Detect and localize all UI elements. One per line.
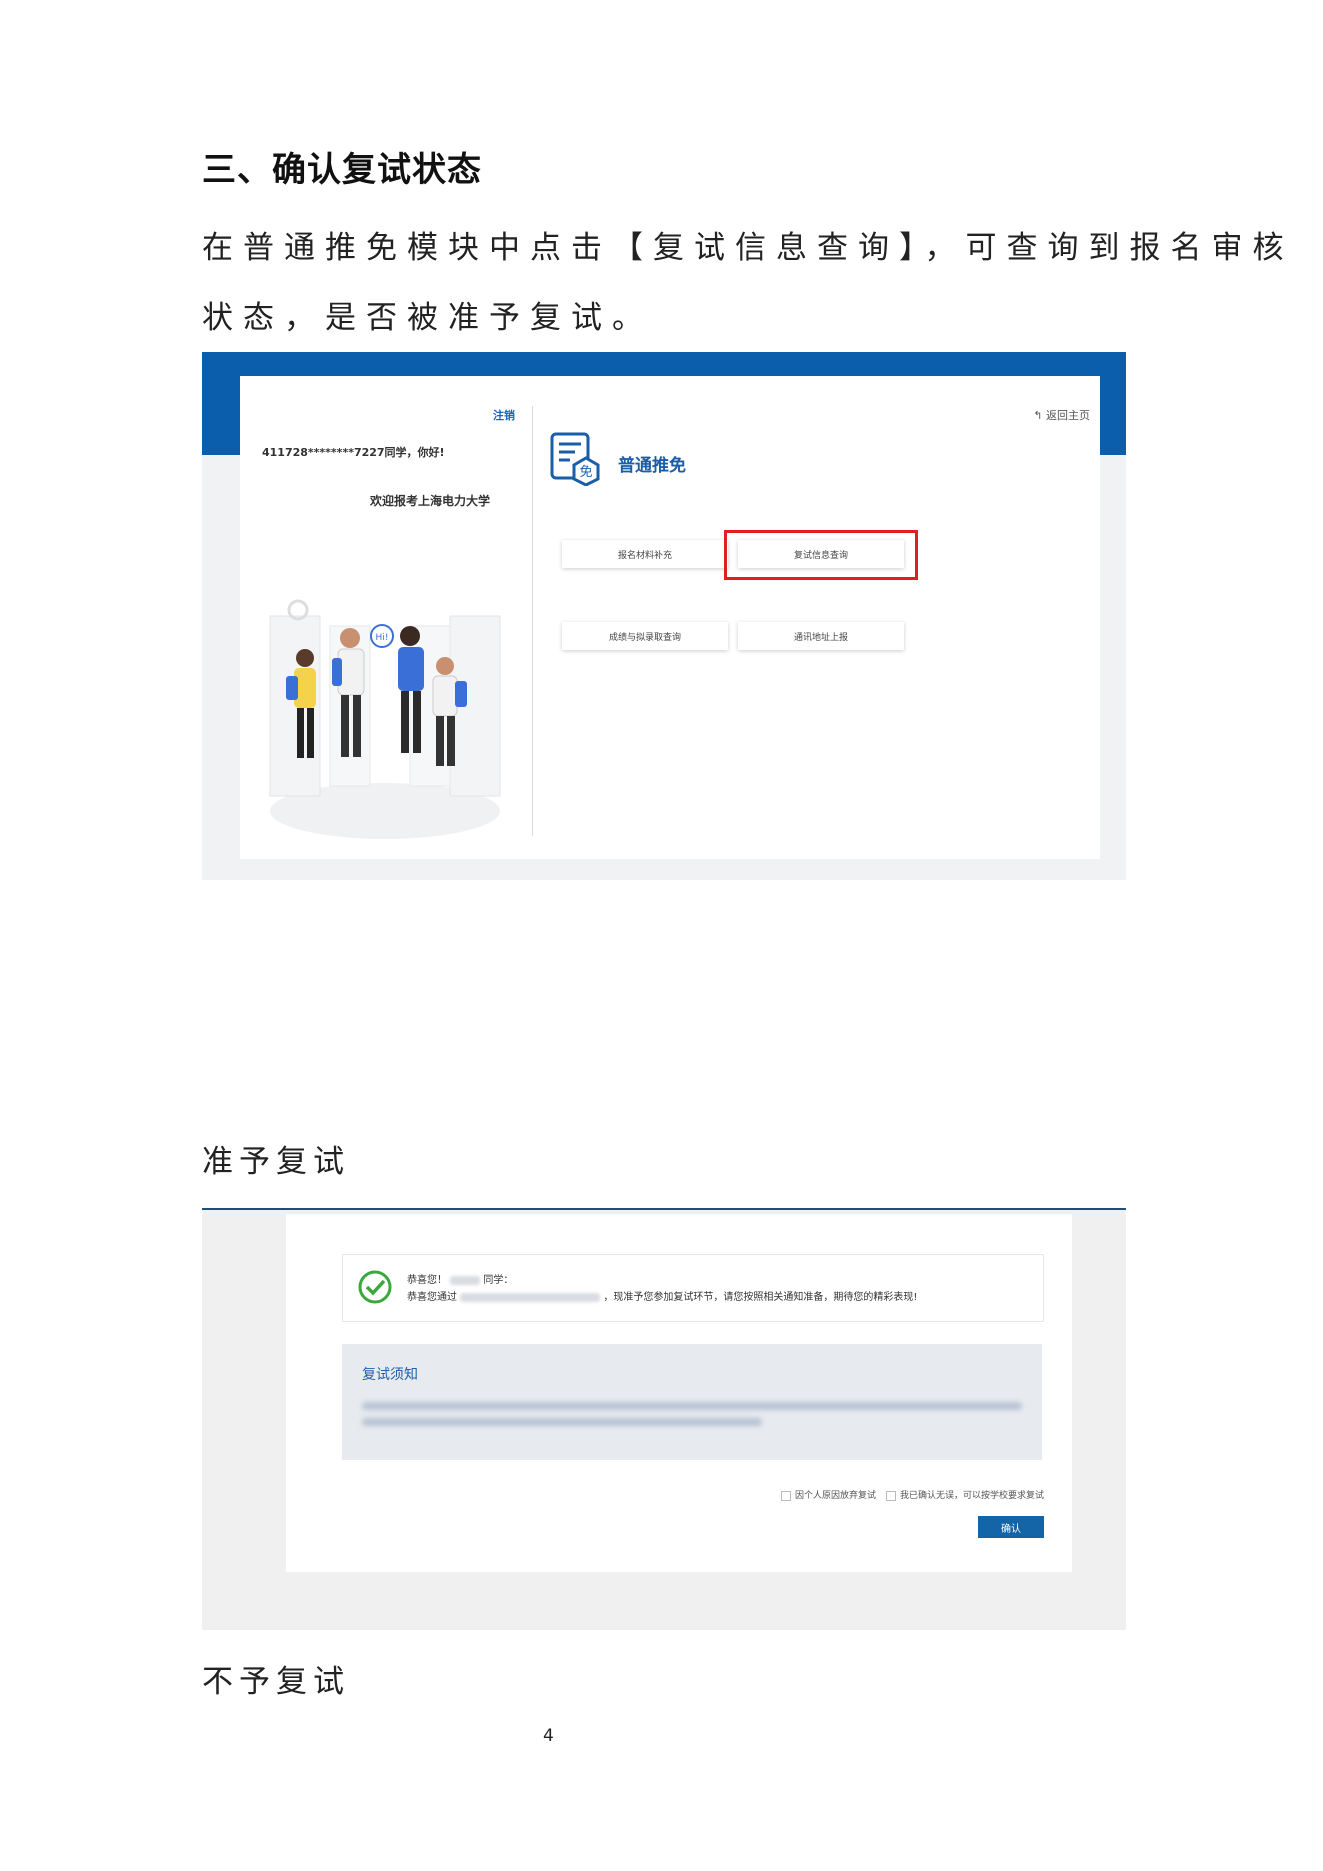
btn-address[interactable]: 通讯地址上报 xyxy=(738,622,904,650)
checkbox-abandon[interactable] xyxy=(780,1490,791,1501)
btn-materials[interactable]: 报名材料补充 xyxy=(562,540,728,568)
caption-approved: 准予复试 xyxy=(202,1144,350,1180)
redacted-detail xyxy=(460,1292,601,1302)
greeting-text: 411728********7227同学，你好! xyxy=(262,446,445,459)
option-accept-label: 我已确认无误，可以按学校要求复试 xyxy=(899,1491,1044,1501)
option-accept[interactable]: 我已确认无误，可以按学校要求复试 xyxy=(885,1488,1044,1501)
congrats-line-1: 恭喜您！ 同学： xyxy=(407,1271,513,1286)
top-line xyxy=(202,1208,1126,1210)
line2-prefix: 恭喜您通过 xyxy=(407,1292,457,1303)
module-title: 普通推免 xyxy=(618,456,686,476)
check-circle-icon xyxy=(358,1270,392,1304)
caption-rejected: 不予复试 xyxy=(202,1664,350,1700)
back-home-link[interactable]: ↰ 返回主页 xyxy=(1033,407,1090,423)
bubble-text: Hi! xyxy=(376,633,389,643)
line2-suffix: ，现准予您参加复试环节，请您按照相关通知准备，期待您的精彩表现! xyxy=(603,1292,918,1303)
options-row: 因个人原因放弃复试 我已确认无误，可以按学校要求复试 xyxy=(780,1488,1044,1501)
confirm-button[interactable]: 确认 xyxy=(978,1516,1044,1538)
page-number: 4 xyxy=(543,1726,554,1746)
portal-panel: 注销 411728********7227同学，你好! 欢迎报考上海电力大学 ↰… xyxy=(240,376,1100,859)
congrats-prefix: 恭喜您！ xyxy=(407,1275,447,1286)
intro-line-1: 在普通推免模块中点击【复试信息查询】，可查询到报名审核 xyxy=(202,230,1294,266)
btn-score-query[interactable]: 成绩与拟录取查询 xyxy=(562,622,728,650)
logo-char: 免 xyxy=(579,465,592,480)
rules-box: 复试须知 xyxy=(342,1344,1042,1460)
congrats-line-2: 恭喜您通过 ，现准予您参加复试环节，请您按照相关通知准备，期待您的精彩表现! xyxy=(407,1288,917,1303)
logout-link[interactable]: 注销 xyxy=(493,407,515,423)
screenshot-result: 恭喜您！ 同学： 恭喜您通过 ，现准予您参加复试环节，请您按照相关通知准备，期待… xyxy=(202,1208,1126,1630)
students-illustration: Hi! xyxy=(269,599,501,839)
redacted-rules-line xyxy=(362,1418,762,1426)
back-home-label: 返回主页 xyxy=(1046,409,1090,422)
option-abandon-label: 因个人原因放弃复试 xyxy=(794,1491,876,1501)
panel-divider xyxy=(532,406,533,836)
section-heading: 三、确认复试状态 xyxy=(202,150,482,190)
intro-line-2: 状态，是否被准予复试。 xyxy=(202,300,653,336)
rules-title: 复试须知 xyxy=(362,1367,418,1383)
congrats-suffix: 同学： xyxy=(483,1275,514,1286)
back-arrow-icon: ↰ xyxy=(1033,409,1043,422)
screenshot-portal: 注销 411728********7227同学，你好! 欢迎报考上海电力大学 ↰… xyxy=(202,352,1126,880)
welcome-text: 欢迎报考上海电力大学 xyxy=(370,494,491,508)
document-exempt-icon: 免 xyxy=(550,432,600,486)
result-panel: 恭喜您！ 同学： 恭喜您通过 ，现准予您参加复试环节，请您按照相关通知准备，期待… xyxy=(286,1214,1072,1572)
checkbox-accept[interactable] xyxy=(885,1490,896,1501)
redacted-rules-line xyxy=(362,1402,1022,1410)
highlight-box xyxy=(724,530,918,580)
redacted-name xyxy=(450,1275,481,1285)
option-abandon[interactable]: 因个人原因放弃复试 xyxy=(780,1488,876,1501)
congrats-notice: 恭喜您！ 同学： 恭喜您通过 ，现准予您参加复试环节，请您按照相关通知准备，期待… xyxy=(342,1254,1044,1322)
